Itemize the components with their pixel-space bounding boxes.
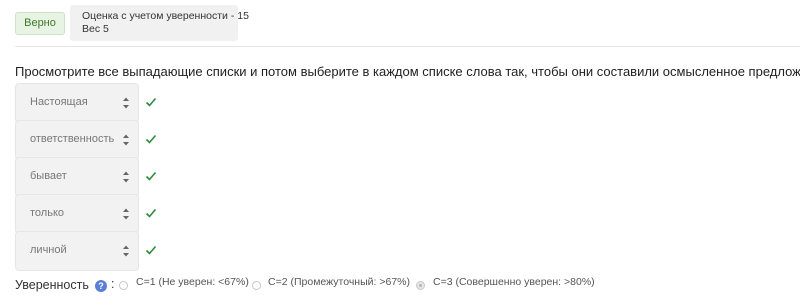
dropdown-row: Настоящая [15, 83, 175, 123]
score-text: Оценка с учетом уверенности - 15 [82, 10, 249, 22]
confidence-radio-1[interactable] [119, 281, 128, 290]
select-arrows-icon [123, 97, 129, 109]
word-select-5[interactable]: личной [15, 231, 139, 271]
select-arrows-icon [123, 208, 129, 220]
question-text: Просмотрите все выпадающие списки и пото… [15, 64, 800, 79]
confidence-option-1-label[interactable]: C=1 (Не уверен: <67%) [136, 276, 249, 288]
word-select-2[interactable]: ответственность [15, 120, 139, 160]
select-arrows-icon [123, 134, 129, 146]
select-value: личной [30, 244, 67, 256]
confidence-option-2-label[interactable]: C=2 (Промежуточный: >67%) [268, 276, 410, 288]
check-icon [145, 245, 157, 255]
divider [15, 46, 800, 47]
question-circle-icon[interactable]: ? [95, 280, 107, 292]
select-arrows-icon [123, 245, 129, 257]
select-value: Настоящая [30, 96, 88, 108]
dropdown-row: ответственность [15, 120, 175, 160]
confidence-row: Уверенность ? : C=1 (Не уверен: <67%) C=… [15, 276, 800, 294]
status-badge: Верно [15, 12, 65, 35]
select-value: только [30, 207, 64, 219]
weight-text: Вес 5 [82, 23, 109, 35]
check-icon [145, 171, 157, 181]
confidence-radio-2[interactable] [252, 281, 261, 290]
word-select-3[interactable]: бывает [15, 157, 139, 197]
word-select-1[interactable]: Настоящая [15, 83, 139, 123]
dropdown-row: бывает [15, 157, 175, 197]
dropdown-row: только [15, 194, 175, 234]
confidence-option-3-label[interactable]: C=3 (Совершенно уверен: >80%) [433, 276, 595, 288]
confidence-label: Уверенность [15, 278, 89, 292]
check-icon [145, 134, 157, 144]
dropdown-row: личной [15, 231, 175, 271]
check-icon [145, 97, 157, 107]
select-value: ответственность [30, 133, 115, 145]
confidence-radio-3[interactable] [416, 281, 425, 290]
confidence-separator: : [111, 277, 115, 291]
question-page: Верно Оценка с учетом уверенности - 15 В… [0, 0, 800, 308]
word-select-4[interactable]: только [15, 194, 139, 234]
check-icon [145, 208, 157, 218]
select-arrows-icon [123, 171, 129, 183]
score-info: Оценка с учетом уверенности - 15 Вес 5 [70, 5, 249, 41]
select-value: бывает [30, 170, 67, 182]
